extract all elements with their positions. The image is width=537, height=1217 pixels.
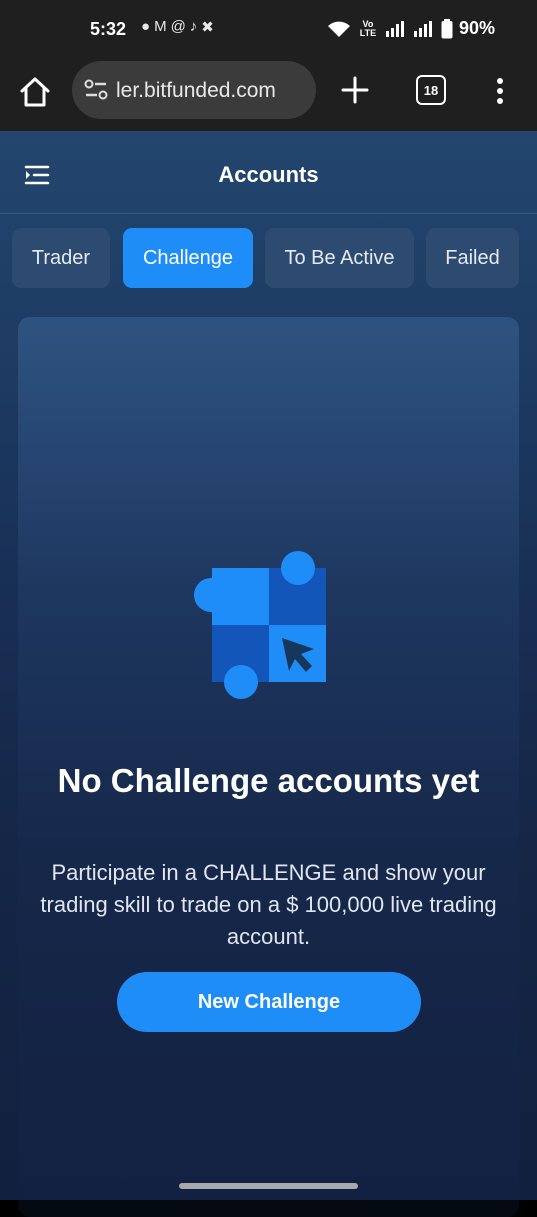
status-bar: 5:32 ● M @ ♪ ✖ Vo LTE 90% [0, 0, 537, 60]
home-icon[interactable] [17, 74, 53, 110]
tab-switcher-button[interactable]: 18 [416, 75, 446, 105]
tiktok-icon: ♪ [189, 18, 198, 35]
more-options-icon[interactable] [490, 76, 510, 106]
gmail-icon: M [154, 18, 167, 35]
new-tab-icon[interactable] [340, 75, 370, 105]
new-challenge-button[interactable]: New Challenge [117, 972, 421, 1032]
tab-trader[interactable]: Trader [12, 228, 110, 288]
gesture-bar[interactable] [179, 1183, 358, 1189]
empty-accounts-illustration [194, 551, 326, 699]
tab-to-be-active[interactable]: To Be Active [265, 228, 414, 288]
tab-failed[interactable]: Failed [426, 228, 519, 288]
empty-state-description: Participate in a CHALLENGE and show your… [40, 860, 497, 949]
wifi-icon [327, 21, 350, 37]
browser-chrome: 5:32 ● M @ ♪ ✖ Vo LTE 90% ler.bitfunded.… [0, 0, 537, 131]
app-icon: ✖ [201, 19, 214, 36]
page-title: Accounts [218, 162, 319, 187]
volte-label: Vo LTE [359, 18, 377, 38]
messenger-icon: ● [141, 18, 151, 35]
tab-challenge[interactable]: Challenge [123, 228, 253, 288]
address-bar[interactable]: ler.bitfunded.com [72, 61, 316, 119]
url-text: ler.bitfunded.com [116, 79, 276, 102]
threads-icon: @ [170, 18, 186, 35]
battery-percent: 90% [458, 18, 495, 38]
notification-icons: ● M @ ♪ ✖ [141, 18, 214, 36]
signal-icon [385, 20, 404, 37]
battery-icon [441, 18, 453, 38]
app-header: Accounts [0, 131, 537, 214]
empty-state-title: No Challenge accounts yet [57, 762, 480, 799]
site-settings-icon[interactable] [84, 79, 108, 101]
status-time: 5:32 [90, 19, 127, 39]
browser-toolbar: ler.bitfunded.com 18 [0, 60, 537, 131]
system-icons: Vo LTE 90% [327, 18, 495, 39]
signal-icon-2 [413, 20, 432, 37]
